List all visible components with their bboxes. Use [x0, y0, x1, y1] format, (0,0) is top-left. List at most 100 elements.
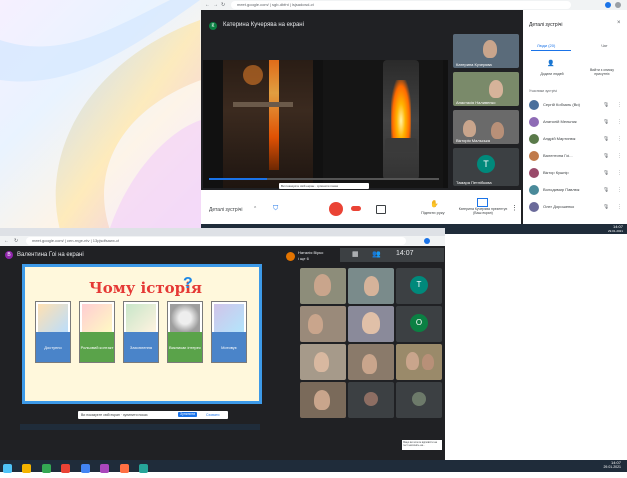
add-people-button[interactable]: Додати людей	[539, 72, 565, 76]
person-name: Сергій Кобзаль (Ви)	[543, 102, 580, 107]
profile-icon[interactable]	[424, 238, 430, 244]
participant-tile[interactable]	[348, 344, 394, 380]
stop-sharing-button[interactable]: Зупинити	[178, 412, 198, 417]
section-label: Учасники зустрічі	[529, 89, 558, 93]
tab-chat[interactable]: Чат	[601, 43, 608, 48]
more-icon[interactable]: ⋮	[617, 119, 622, 125]
participant-tile[interactable]	[396, 382, 442, 418]
hand-icon[interactable]: ✋	[430, 200, 439, 208]
participant-tile[interactable]	[300, 344, 346, 380]
close-icon[interactable]: ×	[617, 20, 621, 26]
participant-tile[interactable]: Катерина Кучерява	[453, 34, 519, 68]
who-joined-button[interactable]: Вийти з списку присутніх	[583, 68, 621, 76]
camera-button[interactable]	[376, 205, 386, 214]
participant-tile[interactable]	[348, 268, 394, 304]
bottom-browser-window: ← ↻ meet.google.com/ | cen-rnge-ntv | 13…	[0, 228, 445, 460]
mic-icon[interactable]: 🎙	[603, 153, 609, 159]
more-icon[interactable]: ⋮	[617, 204, 622, 210]
list-item[interactable]: Олег Дорошенко 🎙 ⋮	[523, 200, 627, 215]
top-browser-window: ← → ↻ meet.google.com/ | sgb-dbfnt | lsj…	[201, 0, 627, 224]
card-label: Мотивує	[212, 332, 246, 362]
list-item[interactable]: Валентина Гоі... 🎙 ⋮	[523, 149, 627, 164]
hide-button[interactable]: Сховати	[206, 413, 219, 417]
avatar	[529, 100, 539, 110]
more-icon[interactable]: ⋮	[617, 153, 622, 159]
person-name: Валентина Гоі...	[543, 153, 573, 158]
address-text: meet.google.com/ | sgb-dbfnt | lsjsadcwd…	[237, 2, 314, 7]
slide-card: Мотивує	[211, 301, 247, 363]
more-icon[interactable]: ⋮	[617, 187, 622, 193]
people-icon[interactable]: 👥	[372, 250, 381, 258]
presenting-label: Катерина Кучерява презентує (Ваш екран)	[458, 207, 508, 215]
person-name: Віктор Кушнір	[543, 170, 569, 175]
mic-icon[interactable]: 🎙	[603, 119, 609, 125]
mic-icon[interactable]: 🎙	[603, 187, 609, 193]
avatar	[529, 168, 539, 178]
list-item[interactable]: Андрій Мартинюк 🎙 ⋮	[523, 132, 627, 147]
more-icon[interactable]: ⋮	[617, 136, 622, 142]
sharing-notice: Ви показуєте свій екран · зупинити показ	[279, 183, 369, 189]
toast-text: Якщо ви хочете відповісти на тест натисн…	[403, 441, 438, 447]
participant-tile[interactable]	[300, 382, 346, 418]
person-name: Володимир Павлюк	[543, 187, 580, 192]
experiment-left	[223, 60, 313, 188]
inner-taskbar	[20, 424, 260, 430]
sharing-notice-text: Ви показуєте свій екран · зупинити показ	[281, 184, 338, 188]
mic-icon[interactable]: 🎙	[603, 170, 609, 176]
mic-icon[interactable]: 🎙	[603, 204, 609, 210]
meeting-controls: Деталі зустрічі ⌃ ⛉ ✋ Підняти руку Катер…	[201, 190, 521, 224]
hang-up-button[interactable]	[351, 206, 361, 211]
back-icon[interactable]: ←	[205, 2, 210, 8]
avatar	[529, 134, 539, 144]
card-image	[126, 304, 156, 332]
tab-people[interactable]: Люди (20)	[537, 43, 555, 48]
card-image	[170, 304, 200, 332]
participant-tile[interactable]	[348, 306, 394, 342]
person-name: Анатолій Мельник	[543, 119, 577, 124]
shield-icon[interactable]: ⛉	[273, 205, 278, 213]
profile-icon[interactable]	[605, 2, 611, 8]
list-item[interactable]: Віктор Кушнір 🎙 ⋮	[523, 166, 627, 181]
card-image	[82, 304, 112, 332]
participant-tile[interactable]: Вікторія Мальська	[453, 110, 519, 144]
grid-icon[interactable]: ▦	[352, 250, 359, 258]
more-icon[interactable]: ⋮	[617, 170, 622, 176]
reload-icon[interactable]: ↻	[14, 238, 18, 244]
participant-tile[interactable]: О	[396, 306, 442, 342]
participant-tile[interactable]: Т	[396, 268, 442, 304]
participant-tile[interactable]	[348, 382, 394, 418]
more-options-icon[interactable]: ⋮	[511, 204, 518, 212]
chevron-up-icon[interactable]: ⌃	[253, 206, 257, 212]
mic-button[interactable]	[329, 202, 343, 216]
participant-tile[interactable]	[396, 344, 442, 380]
clock-date: 29.01.2021	[607, 229, 623, 233]
people-panel: Деталі зустрічі × Люди (20) Чат 👤 Додати…	[523, 10, 627, 224]
wallpaper-swirl	[0, 0, 201, 228]
presenter-label: Валентина Гоі на екрані	[17, 252, 84, 258]
participant-tile[interactable]	[300, 306, 346, 342]
taskbar-bottom: 14:07 29.01.2021	[0, 460, 627, 474]
address-bar[interactable]: meet.google.com/ | sgb-dbfnt | lsjsadcwd…	[231, 1, 571, 9]
participant-tile[interactable]	[300, 268, 346, 304]
mic-icon[interactable]: 🎙	[603, 136, 609, 142]
more-icon[interactable]: ⋮	[617, 102, 622, 108]
participant-tile[interactable]: Анастасія Наливенко	[453, 72, 519, 106]
list-item[interactable]: Сергій Кобзаль (Ви) 🎙 ⋮	[523, 98, 627, 113]
video-progress[interactable]	[209, 178, 439, 180]
list-item[interactable]: Володимир Павлюк 🎙 ⋮	[523, 183, 627, 198]
reload-icon[interactable]: ↻	[221, 2, 225, 8]
present-icon[interactable]	[477, 198, 488, 207]
list-item[interactable]: Анатолій Мельник 🎙 ⋮	[523, 115, 627, 130]
menu-icon[interactable]	[615, 2, 621, 8]
card-label: Захоплення	[124, 332, 158, 362]
address-bar[interactable]: meet.google.com/ | cen-rnge-ntv | 13pjsd…	[26, 237, 406, 245]
card-image	[214, 304, 244, 332]
back-icon[interactable]: ←	[4, 238, 9, 244]
toast-notification: Якщо ви хочете відповісти на тест натисн…	[402, 440, 442, 450]
mic-icon[interactable]: 🎙	[603, 102, 609, 108]
self-name: Наталія Вірко	[298, 250, 324, 255]
participant-tile[interactable]: Т Тамара Петлібкова	[453, 148, 519, 186]
meeting-details-button[interactable]: Деталі зустрічі	[209, 207, 243, 213]
add-people-icon[interactable]: 👤	[547, 60, 554, 67]
forward-icon[interactable]: →	[213, 2, 218, 8]
